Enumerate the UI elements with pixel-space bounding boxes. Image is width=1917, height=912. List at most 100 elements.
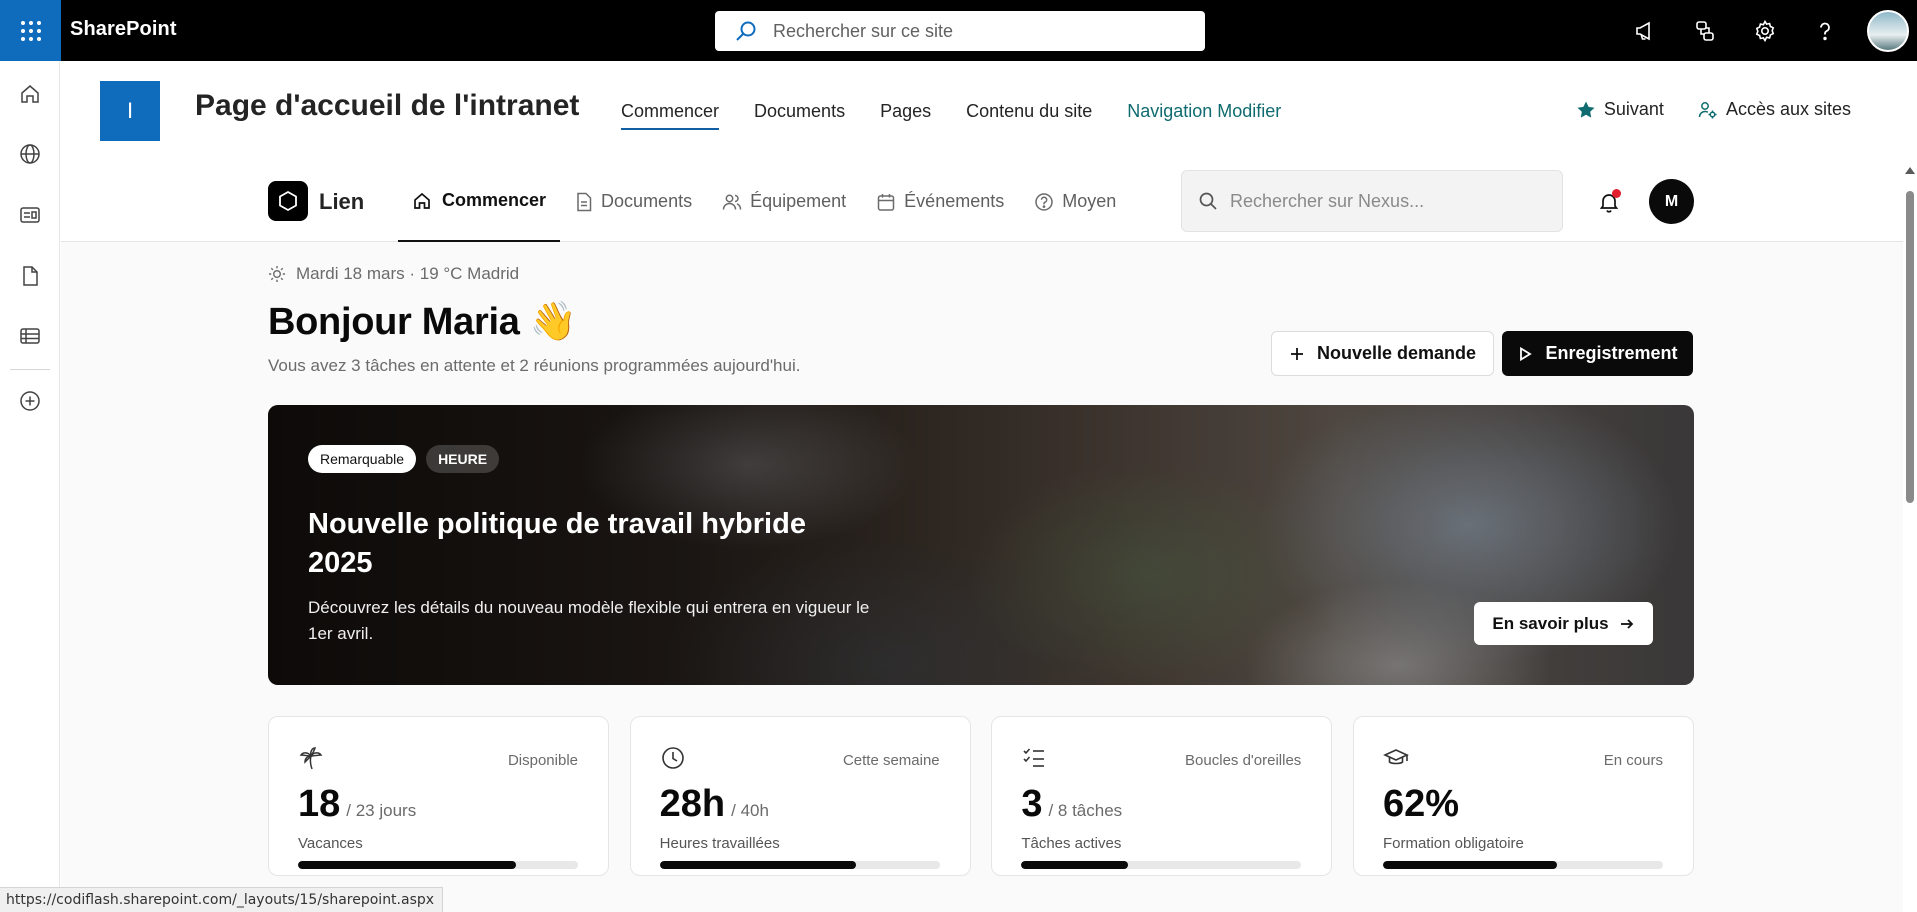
hr-badge: HEURE	[426, 445, 500, 473]
people-settings-icon	[1698, 101, 1717, 118]
stat-card-training[interactable]: En cours 62% Formation obligatoire	[1352, 716, 1694, 876]
news-icon[interactable]	[17, 202, 43, 228]
app-user-avatar[interactable]: M	[1649, 179, 1694, 224]
hero-banner[interactable]: Remarquable HEURE Nouvelle politique de …	[268, 405, 1694, 685]
stat-label: Vacances	[298, 835, 363, 852]
stat-tag: Cette semaine	[842, 752, 940, 769]
stat-value: 18 / 23 jours	[298, 783, 416, 826]
stat-value: 62%	[1383, 783, 1465, 826]
notifications-button[interactable]	[1594, 187, 1624, 217]
site-access-label: Accès aux sites	[1725, 99, 1851, 119]
record-label: Enregistrement	[1545, 343, 1678, 363]
page-scrollbar[interactable]	[1903, 161, 1917, 912]
site-access-button[interactable]: Accès aux sites	[1698, 99, 1851, 120]
graduation-cap-icon	[1383, 749, 1409, 765]
site-nav-start[interactable]: Commencer	[621, 101, 720, 130]
site-nav-pages[interactable]: Pages	[880, 101, 931, 130]
stat-card-tasks[interactable]: Boucles d'oreilles 3 / 8 tâches Tâches a…	[991, 716, 1333, 876]
site-navigation: Commencer Documents Pages Contenu du sit…	[621, 101, 1316, 130]
app-top-bar: Lien Commencer Documents Équipement Évén…	[61, 161, 1903, 242]
stat-number: 3	[1021, 783, 1043, 825]
record-button[interactable]: Enregistrement	[1502, 331, 1693, 376]
sharepoint-brand[interactable]: SharePoint	[70, 18, 177, 41]
stat-card-vacation[interactable]: Disponible 18 / 23 jours Vacances	[268, 716, 609, 876]
stat-label: Tâches actives	[1021, 835, 1122, 852]
calendar-icon	[877, 193, 895, 211]
stat-progress-fill	[298, 861, 517, 869]
checklist-icon	[1023, 748, 1045, 767]
scroll-up-arrow[interactable]	[1905, 167, 1915, 174]
help-icon[interactable]	[1795, 0, 1855, 61]
stat-value: 3 / 8 tâches	[1021, 783, 1122, 826]
sun-icon	[269, 266, 285, 282]
connected-apps-icon[interactable]	[1675, 0, 1735, 61]
tab-start[interactable]: Commencer	[398, 161, 561, 242]
stat-tag: Boucles d'oreilles	[1185, 752, 1302, 769]
stat-label: Formation obligatoire	[1382, 835, 1524, 852]
list-icon[interactable]	[17, 323, 43, 349]
stat-card-hours[interactable]: Cette semaine 28h / 40h Heures travaillé…	[629, 716, 971, 876]
stat-progress-fill	[659, 861, 856, 869]
app-launcher-icon[interactable]	[0, 0, 61, 61]
stat-tag: En cours	[1603, 752, 1663, 769]
tab-events[interactable]: Événements	[861, 161, 1019, 242]
site-title[interactable]: Page d'accueil de l'intranet	[195, 89, 579, 123]
nexus-search-input[interactable]: Rechercher sur Nexus...	[1181, 170, 1563, 232]
stat-number: 18	[298, 783, 341, 825]
stat-tag: Disponible	[507, 752, 578, 769]
tab-team[interactable]: Équipement	[707, 161, 861, 242]
rail-divider	[10, 369, 50, 370]
app-name[interactable]: Lien	[319, 189, 364, 215]
tab-team-label: Équipement	[750, 191, 847, 211]
follow-button[interactable]: Suivant	[1576, 99, 1664, 120]
new-request-button[interactable]: Nouvelle demande	[1271, 331, 1494, 376]
new-request-label: Nouvelle demande	[1316, 343, 1477, 363]
tab-documents[interactable]: Documents	[560, 161, 707, 242]
tab-events-label: Événements	[904, 191, 1005, 211]
stat-value: 28h / 40h	[660, 783, 769, 826]
site-header: I Page d'accueil de l'intranet Commencer…	[61, 61, 1917, 161]
stat-progress-bar	[298, 861, 578, 869]
tab-help[interactable]: Moyen	[1019, 161, 1131, 242]
people-icon	[722, 194, 742, 210]
status-bar-url: https://codiflash.sharepoint.com/_layout…	[0, 887, 444, 912]
left-app-bar	[0, 61, 60, 912]
play-icon	[1520, 346, 1533, 361]
suite-icons	[1615, 0, 1917, 61]
learn-more-label: En savoir plus	[1492, 613, 1609, 633]
create-icon[interactable]	[17, 388, 43, 414]
site-nav-documents[interactable]: Documents	[754, 101, 845, 130]
stat-progress-bar	[1021, 861, 1302, 869]
hero-description: Découvrez les détails du nouveau modèle …	[308, 598, 870, 643]
palm-tree-icon	[299, 747, 323, 770]
plus-icon	[1290, 347, 1303, 360]
hero-title: Nouvelle politique de travail hybride 20…	[308, 508, 806, 579]
search-icon	[736, 21, 756, 41]
hero-badges: Remarquable HEURE	[308, 445, 500, 473]
home-icon	[414, 192, 430, 209]
home-icon[interactable]	[17, 81, 43, 107]
site-search-box[interactable]: Rechercher sur ce site	[715, 11, 1205, 51]
stat-label: Heures travaillées	[659, 835, 780, 852]
follow-label: Suivant	[1603, 99, 1664, 119]
site-logo[interactable]: I	[100, 81, 160, 141]
edit-navigation-link[interactable]: Navigation Modifier	[1127, 101, 1281, 130]
date-weather: Mardi 18 mars · 19 °C Madrid	[268, 264, 519, 284]
greeting-summary: Vous avez 3 tâches en attente et 2 réuni…	[268, 356, 801, 375]
megaphone-icon[interactable]	[1615, 0, 1675, 61]
stats-row: Disponible 18 / 23 jours Vacances Cette …	[268, 716, 1694, 876]
user-avatar[interactable]	[1867, 9, 1909, 52]
tab-start-label: Commencer	[442, 190, 547, 210]
stat-number: 28h	[659, 783, 726, 825]
document-icon[interactable]	[17, 263, 43, 289]
gear-icon[interactable]	[1735, 0, 1795, 61]
main-content: Mardi 18 mars · 19 °C Madrid Bonjour Mar…	[268, 242, 1694, 912]
learn-more-button[interactable]: En savoir plus	[1474, 602, 1653, 645]
hexagon-logo-icon[interactable]	[268, 181, 308, 221]
globe-icon[interactable]	[17, 141, 43, 167]
stat-progress-fill	[1021, 861, 1128, 869]
app-navigation: Commencer Documents Équipement Événement…	[398, 161, 1131, 242]
scroll-thumb[interactable]	[1906, 191, 1914, 503]
featured-badge: Remarquable	[308, 445, 417, 473]
site-nav-site-contents[interactable]: Contenu du site	[966, 101, 1092, 130]
